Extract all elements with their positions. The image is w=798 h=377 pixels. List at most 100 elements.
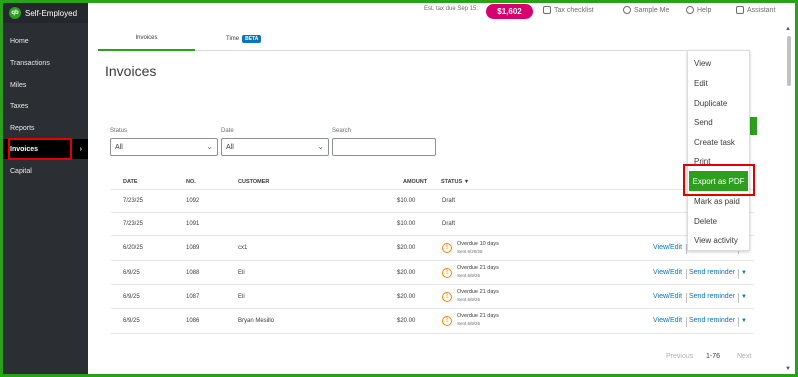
- cell-date: 6/9/25: [123, 318, 140, 324]
- send-reminder-link[interactable]: Send reminder: [689, 269, 735, 276]
- assistant-link[interactable]: Assistant: [736, 6, 775, 14]
- tab-time[interactable]: Time BETA: [226, 27, 262, 51]
- cell-no: 1089: [186, 245, 200, 251]
- tax-checklist-link[interactable]: Tax checklist: [543, 6, 594, 14]
- row-actions-menu: View Edit Duplicate Send Create task Pri…: [687, 50, 750, 251]
- tab-time-label: Time: [226, 36, 240, 42]
- menu-item-send[interactable]: Send: [694, 118, 713, 127]
- menu-item-view-activity[interactable]: View activity: [694, 236, 738, 245]
- view-edit-link[interactable]: View/Edit: [653, 317, 682, 324]
- cell-status-sub: Sent 6/9/25: [457, 297, 481, 302]
- cell-date: 6/9/25: [123, 294, 140, 300]
- cell-no: 1088: [186, 270, 200, 276]
- table-row[interactable]: 6/9/25 1086 Bryan Mesillo $20.00 ! Overd…: [111, 309, 754, 334]
- top-bar: Est. tax due Sep 15: $1,602 Tax checklis…: [88, 3, 795, 23]
- chevron-down-icon: ⌄: [317, 142, 324, 151]
- cell-date: 7/23/25: [123, 198, 144, 204]
- action-divider: [738, 293, 739, 303]
- est-tax-label: Est. tax due Sep 15:: [424, 6, 479, 12]
- sidebar-item-transactions[interactable]: Transactions: [3, 53, 88, 73]
- pagination-range: 1-76: [706, 353, 721, 360]
- row-actions-dropdown-icon[interactable]: ▼: [741, 294, 747, 300]
- menu-item-duplicate[interactable]: Duplicate: [694, 99, 727, 108]
- cell-amount: $10.00: [397, 198, 416, 204]
- col-header-amount[interactable]: AMOUNT: [403, 179, 427, 185]
- cell-date: 7/23/25: [123, 221, 144, 227]
- row-actions-dropdown-icon[interactable]: ▼: [741, 318, 747, 324]
- menu-item-delete[interactable]: Delete: [694, 217, 717, 226]
- date-filter-value: All: [226, 143, 234, 151]
- col-header-no[interactable]: NO.: [186, 179, 196, 185]
- col-header-customer[interactable]: CUSTOMER: [238, 179, 269, 185]
- cell-no: 1091: [186, 221, 200, 227]
- page-title: Invoices: [105, 63, 157, 79]
- status-filter-value: All: [115, 143, 123, 151]
- highlight-box-export-pdf: [683, 164, 755, 196]
- menu-item-edit[interactable]: Edit: [694, 79, 708, 88]
- send-reminder-link[interactable]: Send reminder: [689, 317, 735, 324]
- date-filter-select[interactable]: All ⌄: [221, 138, 329, 156]
- view-edit-link[interactable]: View/Edit: [653, 244, 682, 251]
- cell-status-sub: Sent 6/9/25: [457, 321, 481, 326]
- menu-item-view[interactable]: View: [694, 59, 711, 68]
- sidebar-item-capital[interactable]: Capital: [3, 161, 88, 181]
- chevron-right-icon: ›: [79, 145, 82, 153]
- action-divider: [738, 317, 739, 327]
- cell-customer: cx1: [238, 245, 248, 251]
- view-edit-link[interactable]: View/Edit: [653, 269, 682, 276]
- tab-invoices[interactable]: Invoices: [98, 27, 195, 51]
- assistant-label: Assistant: [747, 6, 776, 14]
- brand-header[interactable]: qb Self-Employed: [3, 3, 88, 23]
- highlight-box-invoices: [8, 138, 72, 160]
- pagination-next[interactable]: Next: [737, 353, 751, 360]
- cell-no: 1087: [186, 294, 200, 300]
- quickbooks-logo-icon: qb: [9, 7, 21, 19]
- sidebar-item-miles[interactable]: Miles: [3, 75, 88, 95]
- help-link[interactable]: Help: [686, 6, 711, 14]
- warning-icon: !: [442, 243, 452, 253]
- cell-status: Overdue 21 days: [457, 265, 499, 271]
- cell-date: 6/9/25: [123, 270, 140, 276]
- cell-customer: Bryan Mesillo: [238, 318, 275, 324]
- action-divider: [738, 269, 739, 279]
- sample-me-link[interactable]: Sample Me: [623, 6, 669, 14]
- warning-icon: !: [442, 292, 452, 302]
- page-scrollbar[interactable]: ▲ ▼: [784, 23, 794, 374]
- action-divider: [686, 293, 687, 303]
- brand-name: Self-Employed: [25, 8, 78, 18]
- tab-bar: Invoices Time BETA: [98, 27, 688, 51]
- table-row[interactable]: 7/23/25 1091 $10.00 Draft: [111, 213, 754, 236]
- sidebar-item-taxes[interactable]: Taxes: [3, 96, 88, 116]
- gear-icon: [623, 6, 631, 14]
- pagination-previous[interactable]: Previous: [666, 353, 693, 360]
- row-actions-dropdown-icon[interactable]: ▼: [741, 270, 747, 276]
- search-input[interactable]: [332, 138, 436, 156]
- col-header-status[interactable]: STATUS ▼: [441, 179, 469, 185]
- sidebar-item-reports[interactable]: Reports: [3, 118, 88, 138]
- app-window: qb Self-Employed Home Transactions Miles…: [3, 3, 795, 374]
- table-row[interactable]: 6/9/25 1087 Eli $20.00 ! Overdue 21 days…: [111, 285, 754, 309]
- scrollbar-thumb[interactable]: [787, 36, 791, 86]
- new-invoice-button[interactable]: [749, 117, 757, 135]
- scroll-up-icon[interactable]: ▲: [785, 26, 791, 32]
- menu-item-create-task[interactable]: Create task: [694, 138, 735, 147]
- est-tax-badge[interactable]: $1,602: [486, 4, 533, 19]
- col-header-date[interactable]: DATE: [123, 179, 138, 185]
- view-edit-link[interactable]: View/Edit: [653, 293, 682, 300]
- chevron-down-icon: ⌄: [206, 142, 213, 151]
- table-row[interactable]: 6/9/25 1088 Eli $20.00 ! Overdue 21 days…: [111, 261, 754, 285]
- table-row[interactable]: 6/20/25 1089 cx1 $20.00 ! Overdue 10 day…: [111, 236, 754, 261]
- beta-badge: BETA: [242, 35, 262, 43]
- cell-amount: $20.00: [397, 318, 416, 324]
- status-filter-select[interactable]: All ⌄: [110, 138, 218, 156]
- cell-no: 1086: [186, 318, 200, 324]
- send-reminder-link[interactable]: Send reminder: [689, 293, 735, 300]
- sample-me-label: Sample Me: [634, 6, 670, 14]
- cell-status: Draft: [442, 198, 456, 204]
- cell-status: Overdue 21 days: [457, 289, 499, 295]
- scroll-down-icon[interactable]: ▼: [785, 366, 791, 372]
- sidebar-item-home[interactable]: Home: [3, 31, 88, 51]
- menu-item-mark-as-paid[interactable]: Mark as paid: [694, 197, 740, 206]
- cell-customer: Eli: [238, 270, 245, 276]
- table-row[interactable]: 7/23/25 1092 $10.00 Draft: [111, 190, 754, 213]
